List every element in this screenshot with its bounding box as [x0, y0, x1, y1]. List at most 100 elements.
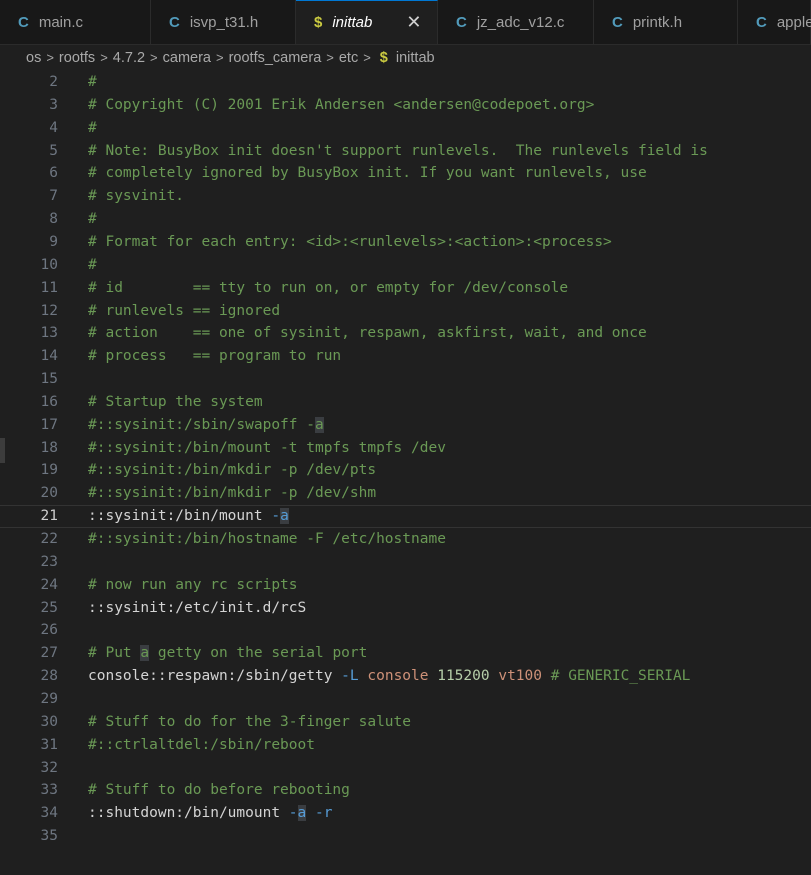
code-line[interactable]: 30 # Stuff to do for the 3-finger salute	[0, 711, 811, 734]
code-line[interactable]: 18 #::sysinit:/bin/mount -t tmpfs tmpfs /…	[0, 437, 811, 460]
code-text: # Format for each entry: <id>:<runlevels…	[88, 233, 612, 250]
tab-label: inittab	[332, 14, 373, 31]
line-number: 5	[49, 142, 58, 159]
line-number: 11	[40, 279, 58, 296]
line-number: 23	[40, 553, 58, 570]
code-line[interactable]: 25::sysinit:/etc/init.d/rcS	[0, 597, 811, 620]
code-text: #::sysinit:/bin/mkdir -p /dev/pts	[88, 462, 377, 479]
shell-file-icon: $	[314, 14, 323, 31]
code-line[interactable]: 13 # action == one of sysinit, respawn, a…	[0, 322, 811, 345]
code-text: #::sysinit:/bin/mount -t tmpfs tmpfs /de…	[88, 439, 446, 456]
code-text: #	[88, 211, 97, 228]
close-icon[interactable]: ✕	[406, 12, 421, 33]
code-line[interactable]: 35	[0, 825, 811, 848]
chevron-right-icon: >	[363, 50, 371, 65]
code-text: # id == tty to run on, or empty for /dev…	[88, 279, 569, 296]
code-line[interactable]: 16 # Startup the system	[0, 391, 811, 414]
code-line[interactable]: 4 #	[0, 117, 811, 140]
line-number: 4	[49, 119, 58, 136]
code-line[interactable]: 19 #::sysinit:/bin/mkdir -p /dev/pts	[0, 459, 811, 482]
breadcrumb-item-rootfs-camera[interactable]: rootfs_camera	[229, 50, 322, 66]
code-line[interactable]: 31 #::ctrlaltdel:/sbin/reboot	[0, 734, 811, 757]
breadcrumb-item-camera[interactable]: camera	[163, 50, 211, 66]
line-number: 34	[40, 805, 58, 822]
code-line[interactable]: 23	[0, 551, 811, 574]
code-text: # Stuff to do for the 3-finger salute	[88, 713, 412, 730]
line-number: 3	[49, 96, 58, 113]
line-number: 16	[40, 393, 58, 410]
tab-label: jz_adc_v12.c	[476, 13, 565, 31]
tab-label: printk.h	[632, 13, 683, 31]
code-text: # action == one of sysinit, respawn, ask…	[88, 325, 647, 342]
breadcrumb-item-os[interactable]: os	[26, 50, 41, 66]
code-line[interactable]: 32	[0, 757, 811, 780]
code-line[interactable]: 34::shutdown:/bin/umount -a -r	[0, 802, 811, 825]
line-number: 22	[40, 531, 58, 547]
code-line[interactable]: 17 #::sysinit:/sbin/swapoff -a	[0, 414, 811, 437]
line-number: 8	[49, 211, 58, 228]
code-editor[interactable]: 2 #3 # Copyright (C) 2001 Erik Andersen <a…	[0, 71, 811, 875]
code-line[interactable]: 12 # runlevels == ignored	[0, 300, 811, 323]
code-text: # Stuff to do before rebooting	[88, 782, 350, 799]
breadcrumb-item-etc[interactable]: etc	[339, 50, 358, 66]
line-number: 24	[40, 576, 58, 593]
tab-label: isvp_t31.h	[189, 13, 259, 31]
code-line[interactable]: 11 # id == tty to run on, or empty for /d…	[0, 277, 811, 300]
line-number: 7	[49, 188, 58, 205]
code-text: #::sysinit:/sbin/swapoff -a	[88, 416, 324, 433]
code-line[interactable]: 33 # Stuff to do before rebooting	[0, 779, 811, 802]
code-line[interactable]: 7 # sysvinit.	[0, 185, 811, 208]
line-number: 30	[40, 713, 58, 730]
code-line[interactable]: 15	[0, 368, 811, 391]
code-text: console::respawn:/sbin/getty -L console …	[88, 668, 691, 685]
breadcrumb-item-version[interactable]: 4.7.2	[113, 50, 145, 66]
line-number: 9	[49, 233, 58, 250]
line-number: 33	[40, 782, 58, 799]
code-line[interactable]: 6 # completely ignored by BusyBox init. I…	[0, 162, 811, 185]
code-line[interactable]: 28 console::respawn:/sbin/getty -L consol…	[0, 665, 811, 688]
code-line[interactable]: 22 #::sysinit:/bin/hostname -F /etc/hostn…	[0, 528, 811, 551]
breadcrumb-item-file[interactable]: inittab	[396, 50, 435, 66]
tab-apple[interactable]: C apple	[738, 0, 811, 44]
c-file-icon: C	[756, 13, 767, 31]
code-text: #	[88, 256, 97, 273]
tab-label: apple	[776, 13, 811, 31]
code-text: # Startup the system	[88, 393, 263, 410]
code-line[interactable]: 2 #	[0, 71, 811, 94]
line-number: 32	[40, 759, 58, 776]
line-number: 12	[40, 302, 58, 319]
c-file-icon: C	[612, 13, 623, 31]
chevron-right-icon: >	[326, 50, 334, 65]
line-number: 13	[40, 325, 58, 342]
line-number: 14	[40, 348, 58, 365]
code-line[interactable]: 21::sysinit:/bin/mount -a	[0, 505, 811, 529]
code-line[interactable]: 24 # now run any rc scripts	[0, 574, 811, 597]
tab-inittab[interactable]: $ inittab ✕	[296, 0, 438, 44]
code-line[interactable]: 3 # Copyright (C) 2001 Erik Andersen <and…	[0, 94, 811, 117]
code-line[interactable]: 26	[0, 619, 811, 642]
line-number: 29	[40, 690, 58, 707]
c-file-icon: C	[169, 13, 180, 31]
code-line[interactable]: 29	[0, 688, 811, 711]
code-line[interactable]: 10 #	[0, 254, 811, 277]
code-line[interactable]: 27 # Put a getty on the serial port	[0, 642, 811, 665]
line-number: 6	[49, 165, 58, 182]
tab-bar: C main.c C isvp_t31.h $ inittab ✕ C jz_a…	[0, 0, 811, 45]
code-line[interactable]: 8 #	[0, 208, 811, 231]
line-number: 21	[40, 508, 58, 525]
breadcrumb-item-rootfs[interactable]: rootfs	[59, 50, 95, 66]
chevron-right-icon: >	[215, 50, 224, 65]
code-line[interactable]: 20 #::sysinit:/bin/mkdir -p /dev/shm	[0, 482, 811, 505]
tab-main-c[interactable]: C main.c	[0, 0, 151, 44]
line-number: 18	[40, 439, 58, 456]
tab-jz-adc-v12-c[interactable]: C jz_adc_v12.c	[438, 0, 594, 44]
chevron-right-icon: >	[150, 50, 158, 65]
tab-isvp-t31-h[interactable]: C isvp_t31.h	[151, 0, 296, 44]
code-line[interactable]: 5 # Note: BusyBox init doesn't support ru…	[0, 140, 811, 163]
line-number: 2	[49, 74, 58, 90]
code-line[interactable]: 9 # Format for each entry: <id>:<runlevel…	[0, 231, 811, 254]
tab-printk-h[interactable]: C printk.h	[594, 0, 738, 44]
code-line[interactable]: 14 # process == program to run	[0, 345, 811, 368]
line-number: 15	[40, 371, 58, 388]
code-text: #::sysinit:/bin/mkdir -p /dev/shm	[88, 485, 377, 502]
